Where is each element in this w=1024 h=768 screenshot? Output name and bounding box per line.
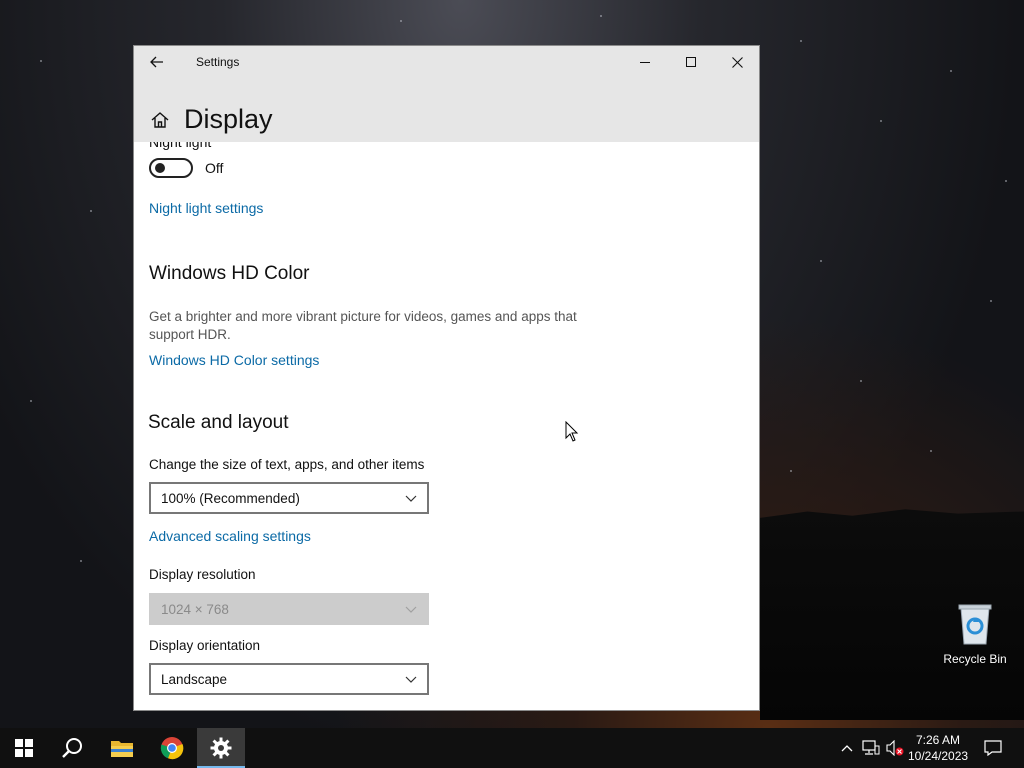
action-center-button[interactable]	[978, 728, 1008, 768]
settings-window: Settings Display Night light Off Night l…	[133, 45, 760, 711]
night-light-heading: Night light	[149, 142, 212, 150]
home-icon[interactable]	[150, 110, 170, 130]
settings-taskbar-button[interactable]	[197, 728, 245, 768]
settings-gear-icon	[210, 737, 232, 759]
chevron-up-icon	[841, 745, 853, 752]
close-button[interactable]	[714, 46, 759, 78]
recycle-bin-icon	[958, 604, 992, 645]
orientation-label: Display orientation	[149, 638, 261, 653]
search-button[interactable]	[48, 728, 96, 768]
close-icon	[731, 56, 743, 68]
toggle-state-label: Off	[205, 160, 224, 176]
resolution-dropdown-value: 1024 × 768	[161, 601, 229, 617]
scale-dropdown-value: 100% (Recommended)	[161, 490, 300, 506]
maximize-button[interactable]	[668, 46, 714, 78]
scale-layout-title: Scale and layout	[148, 412, 289, 433]
night-light-settings-link[interactable]: Night light settings	[149, 200, 263, 216]
folder-icon	[111, 741, 133, 757]
advanced-scaling-link[interactable]: Advanced scaling settings	[149, 528, 311, 544]
back-button[interactable]	[144, 51, 170, 73]
scale-dropdown[interactable]: 100% (Recommended)	[149, 482, 429, 514]
resolution-dropdown: 1024 × 768	[149, 593, 429, 625]
volume-muted-icon	[886, 740, 904, 756]
network-button[interactable]	[860, 728, 882, 768]
network-icon	[862, 740, 880, 755]
page-title: Display	[184, 104, 273, 134]
clock-date: 10/24/2023	[908, 749, 969, 763]
show-hidden-icons-button[interactable]	[838, 728, 856, 768]
chevron-down-icon	[405, 606, 417, 613]
hd-color-title: Windows HD Color	[149, 263, 310, 284]
chrome-icon	[160, 737, 184, 760]
app-title: Settings	[196, 55, 240, 69]
file-explorer-button[interactable]	[98, 728, 146, 768]
toggle-knob	[155, 163, 165, 173]
notification-icon	[984, 740, 1002, 756]
recycle-bin-label: Recycle Bin	[943, 652, 1007, 666]
minimize-icon	[640, 61, 650, 63]
orientation-dropdown-value: Landscape	[161, 671, 228, 687]
orientation-dropdown[interactable]: Landscape	[149, 663, 429, 695]
search-icon	[62, 738, 82, 758]
resolution-label: Display resolution	[149, 567, 256, 582]
hd-color-description: Get a brighter and more vibrant picture …	[149, 309, 577, 342]
settings-content: Night light Off Night light settings Win…	[134, 142, 759, 710]
title-bar: Settings Display	[134, 46, 759, 142]
volume-button[interactable]	[884, 728, 906, 768]
clock-time: 7:26 AM	[915, 733, 961, 747]
chevron-down-icon	[405, 495, 417, 502]
back-arrow-icon	[150, 56, 163, 68]
night-light-toggle[interactable]	[149, 158, 193, 178]
taskbar-clock[interactable]: 7:26 AM 10/24/2023	[908, 732, 968, 764]
start-button[interactable]	[0, 728, 48, 768]
minimize-button[interactable]	[622, 46, 668, 78]
taskbar: 7:26 AM 10/24/2023	[0, 728, 1024, 768]
recycle-bin[interactable]: Recycle Bin	[940, 600, 1010, 666]
chevron-down-icon	[405, 676, 417, 683]
mouse-pointer-icon	[565, 421, 579, 442]
night-light-toggle-row: Off	[149, 158, 223, 178]
hd-color-settings-link[interactable]: Windows HD Color settings	[149, 352, 319, 368]
scale-label: Change the size of text, apps, and other…	[149, 457, 425, 472]
maximize-icon	[686, 57, 696, 67]
windows-logo-icon	[15, 739, 33, 757]
chrome-button[interactable]	[148, 728, 196, 768]
